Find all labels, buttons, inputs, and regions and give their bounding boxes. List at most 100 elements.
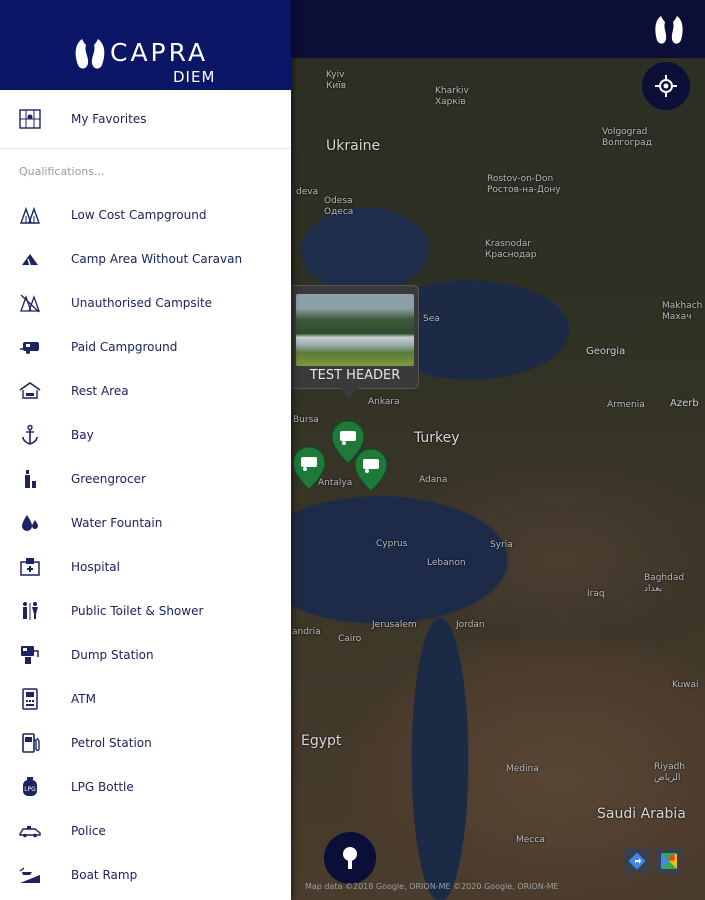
map-shortcut-buttons bbox=[624, 848, 682, 874]
map-label-turkey: Turkey bbox=[414, 430, 460, 446]
google-maps-icon bbox=[661, 853, 677, 869]
map-label-ankara: Ankara bbox=[368, 397, 400, 407]
campsite-marker[interactable] bbox=[354, 448, 388, 492]
menu-item-water-fountain[interactable]: Water Fountain bbox=[0, 501, 291, 545]
map-label-sea: Sea bbox=[423, 314, 440, 324]
map-attribution: Map data ©2018 Google, ORION-ME ©2020 Go… bbox=[305, 882, 559, 891]
marker-info-window[interactable]: TEST HEADER bbox=[289, 285, 419, 398]
fuel-pump-icon bbox=[18, 731, 42, 755]
map-label-kuwait: Kuwai bbox=[672, 680, 699, 690]
map-label-cyprus: Cyprus bbox=[376, 539, 408, 549]
campsite-photo bbox=[296, 294, 414, 366]
menu-item-label: My Favorites bbox=[71, 112, 147, 126]
menu-item-label: Petrol Station bbox=[71, 736, 152, 750]
map-label-adana: Adana bbox=[419, 475, 448, 485]
map-label-lebanon: Lebanon bbox=[427, 558, 466, 568]
svg-text:LPG: LPG bbox=[24, 786, 36, 793]
hoof-logo-icon bbox=[75, 39, 105, 69]
menu-item-public-toilet-shower[interactable]: Public Toilet & Shower bbox=[0, 589, 291, 633]
menu-item-boat-ramp[interactable]: Boat Ramp bbox=[0, 853, 291, 897]
my-location-button[interactable] bbox=[642, 62, 690, 110]
info-window-title: TEST HEADER bbox=[309, 368, 401, 383]
dump-station-icon bbox=[18, 643, 42, 667]
map-label-andria: andria bbox=[292, 627, 321, 637]
divider bbox=[0, 148, 291, 149]
menu-item-police[interactable]: Police bbox=[0, 809, 291, 853]
tents-icon bbox=[18, 203, 42, 227]
menu-item-unauthorised-campsite[interactable]: Unauthorised Campsite bbox=[0, 281, 291, 325]
gas-bottle-icon: LPG bbox=[18, 775, 42, 799]
brand-subtitle: DIEM bbox=[173, 68, 216, 86]
map-label-baghdad: Baghdad بغداد bbox=[644, 573, 685, 594]
shelter-icon bbox=[18, 379, 42, 403]
menu-item-greengrocer[interactable]: Greengrocer bbox=[0, 457, 291, 501]
forbidden-camp-icon bbox=[18, 291, 42, 315]
water-drops-icon bbox=[18, 511, 42, 535]
map-label-saudi: Saudi Arabia bbox=[597, 806, 686, 822]
directions-button[interactable] bbox=[624, 848, 650, 874]
hospital-icon bbox=[18, 555, 42, 579]
menu-item-label: Paid Campground bbox=[71, 340, 178, 354]
tent-icon bbox=[18, 247, 42, 271]
menu-item-bay[interactable]: Bay bbox=[0, 413, 291, 457]
map-label-rostov: Rostov-on-Don Ростов-на-Дону bbox=[487, 174, 561, 195]
menu-item-label: Public Toilet & Shower bbox=[71, 604, 204, 618]
map-label-krasnodar: Krasnodar Краснодар bbox=[485, 239, 537, 260]
menu-item-label: Dump Station bbox=[71, 648, 154, 662]
map-label-syria: Syria bbox=[490, 540, 513, 550]
boat-ramp-icon bbox=[18, 863, 42, 887]
menu-item-atm[interactable]: ATM bbox=[0, 677, 291, 721]
map-label-egypt: Egypt bbox=[301, 733, 342, 749]
menu-item-label: Hospital bbox=[71, 560, 120, 574]
menu-item-label: Water Fountain bbox=[71, 516, 163, 530]
caravan-icon bbox=[18, 335, 42, 359]
bottle-icon bbox=[18, 467, 42, 491]
menu-item-label: Bay bbox=[71, 428, 94, 442]
map-favorites-icon bbox=[18, 107, 42, 131]
atm-icon bbox=[18, 687, 42, 711]
map-label-volgograd: Volgograd Волгоград bbox=[602, 127, 652, 148]
add-place-button[interactable] bbox=[324, 832, 376, 884]
menu-item-label: Low Cost Campground bbox=[71, 208, 207, 222]
map-label-cairo: Cairo bbox=[338, 634, 362, 644]
crosshair-icon bbox=[655, 75, 677, 97]
map-toolbar bbox=[291, 0, 705, 58]
menu-item-label: Greengrocer bbox=[71, 472, 146, 486]
map-label-odesa: Odesa Одеса bbox=[324, 196, 354, 217]
menu-item-rest-area[interactable]: Rest Area bbox=[0, 369, 291, 413]
map-label-kharkiv: Kharkiv Харків bbox=[435, 86, 469, 107]
menu-item-petrol-station[interactable]: Petrol Station bbox=[0, 721, 291, 765]
menu-item-label: Police bbox=[71, 824, 106, 838]
police-car-icon bbox=[18, 819, 42, 843]
menu-item-label: Unauthorised Campsite bbox=[71, 296, 213, 310]
map-label-moldova: deva bbox=[296, 187, 319, 197]
navigation-drawer: CAPRA DIEM My Favorites Qualifications..… bbox=[0, 0, 291, 900]
section-caption: Qualifications... bbox=[19, 165, 105, 178]
menu-item-label: ATM bbox=[71, 692, 96, 706]
menu-item-label: LPG Bottle bbox=[71, 780, 134, 794]
brand-name: CAPRA bbox=[110, 38, 209, 67]
menu-item-hospital[interactable]: Hospital bbox=[0, 545, 291, 589]
map-label-azerb: Azerb bbox=[670, 398, 699, 409]
map-label-medina: Medina bbox=[506, 764, 539, 774]
menu-item-dump-station[interactable]: Dump Station bbox=[0, 633, 291, 677]
menu-item-paid-campground[interactable]: Paid Campground bbox=[0, 325, 291, 369]
menu-item-label: Camp Area Without Caravan bbox=[71, 252, 243, 266]
campsite-marker[interactable] bbox=[292, 446, 326, 490]
map-label-jerusalem: Jerusalem bbox=[372, 620, 417, 630]
menu-item-lpg-bottle[interactable]: LPG LPG Bottle bbox=[0, 765, 291, 809]
map-pin-icon bbox=[343, 847, 357, 869]
map-label-riyadh: Riyadh الرياض bbox=[654, 762, 686, 783]
map-label-armenia: Armenia bbox=[607, 400, 645, 410]
map-label-makhach: Makhach Махач bbox=[662, 301, 703, 322]
map-label-bursa: Bursa bbox=[293, 415, 319, 425]
map-label-kyiv: Kyiv Київ bbox=[326, 70, 347, 91]
map-label-ukraine: Ukraine bbox=[326, 138, 381, 154]
directions-icon bbox=[628, 852, 646, 870]
map-label-iraq: Iraq bbox=[587, 589, 605, 599]
drawer-header: CAPRA DIEM bbox=[0, 0, 291, 90]
google-maps-button[interactable] bbox=[656, 848, 682, 874]
menu-item-camp-area-without-caravan[interactable]: Camp Area Without Caravan bbox=[0, 237, 291, 281]
menu-item-low-cost-campground[interactable]: Low Cost Campground bbox=[0, 193, 291, 237]
menu-item-favorites[interactable]: My Favorites bbox=[0, 97, 291, 141]
